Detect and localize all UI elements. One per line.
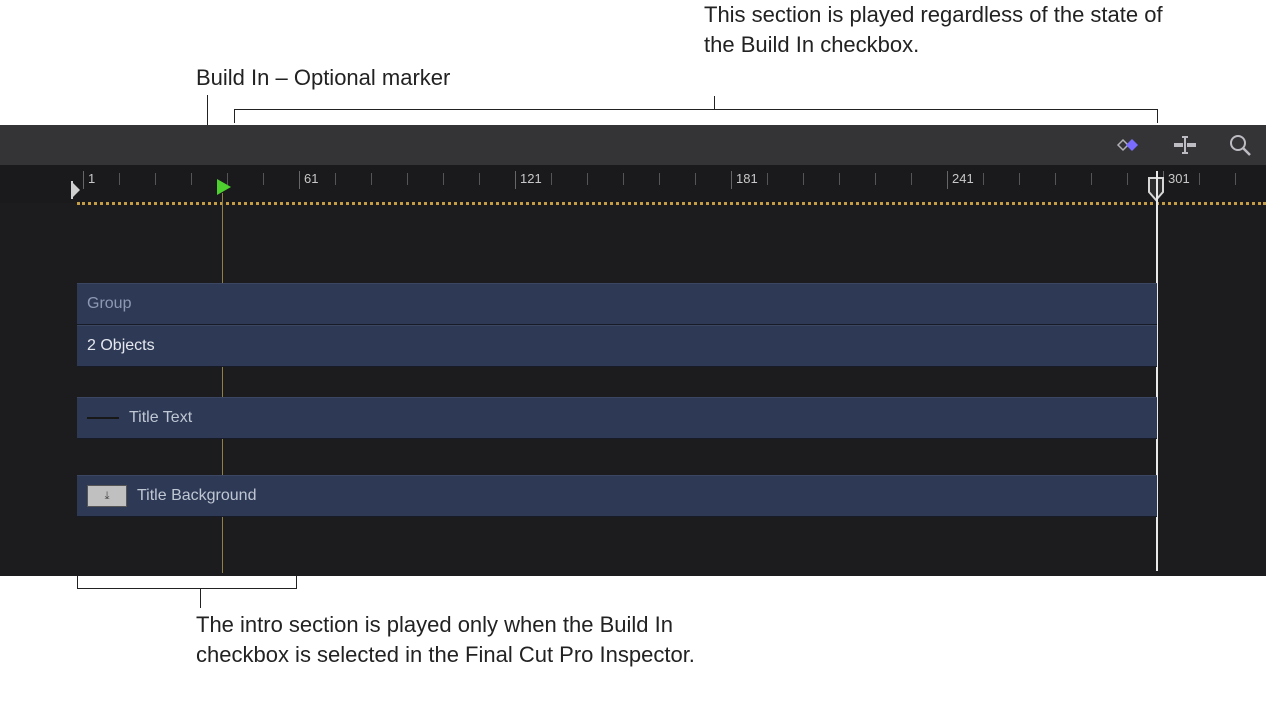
- ruler-minor: [1091, 173, 1092, 185]
- ruler-minor: [911, 173, 912, 185]
- ruler-minor: [479, 173, 480, 185]
- ruler-minor: [119, 173, 120, 185]
- bracket-top-left-tick: [234, 109, 235, 123]
- track-group-header[interactable]: Group: [77, 283, 1157, 325]
- zoom-icon[interactable]: [1228, 133, 1252, 157]
- ruler-minor: [587, 173, 588, 185]
- bracket-bottom-stem: [200, 588, 201, 608]
- track-label: Title Text: [129, 409, 192, 427]
- work-area-indicator: [77, 202, 1266, 205]
- track-title-background[interactable]: Title Background: [77, 475, 1157, 517]
- ruler-minor: [335, 173, 336, 185]
- ruler-minor: [875, 173, 876, 185]
- objects-label: 2 Objects: [87, 337, 155, 355]
- ruler-minor: [407, 173, 408, 185]
- ruler-major: 1: [83, 171, 95, 189]
- track-title-text[interactable]: Title Text: [77, 397, 1157, 439]
- keyframe-icon[interactable]: [1110, 136, 1142, 154]
- bracket-bottom: [77, 588, 297, 589]
- bracket-bottom-right-tick: [296, 576, 297, 588]
- ruler-minor: [803, 173, 804, 185]
- bracket-top: [234, 109, 1158, 110]
- ruler-minor: [983, 173, 984, 185]
- ruler-minor: [443, 173, 444, 185]
- clip-thumbnail-rect: [87, 485, 127, 507]
- ruler-major: 301: [1163, 171, 1190, 189]
- build-in-optional-marker[interactable]: [215, 177, 233, 197]
- bracket-top-stem: [714, 96, 715, 109]
- snapping-icon[interactable]: [1170, 134, 1200, 156]
- timeline-toolbar: [0, 125, 1266, 165]
- ruler-minor: [1127, 173, 1128, 185]
- ruler-minor: [767, 173, 768, 185]
- ruler-minor: [695, 173, 696, 185]
- group-label: Group: [87, 295, 131, 313]
- ruler-minor: [659, 173, 660, 185]
- ruler-minor: [551, 173, 552, 185]
- in-point-marker[interactable]: [70, 180, 84, 205]
- track-label: Title Background: [137, 487, 256, 505]
- ruler-major: 121: [515, 171, 542, 189]
- ruler-minor: [371, 173, 372, 185]
- ruler-minor: [263, 173, 264, 185]
- ruler-minor: [1199, 173, 1200, 185]
- clip-thumbnail-line: [87, 417, 119, 419]
- callout-build-in-marker: Build In – Optional marker: [196, 63, 450, 93]
- ruler-ticks: 1 61 121 181 241 301: [77, 165, 1266, 203]
- ruler-minor: [623, 173, 624, 185]
- bracket-bottom-left-tick: [77, 576, 78, 588]
- ruler-minor: [155, 173, 156, 185]
- track-objects-summary[interactable]: 2 Objects: [77, 325, 1157, 367]
- ruler-major: 181: [731, 171, 758, 189]
- ruler-minor: [1055, 173, 1056, 185]
- callout-played-regardless: This section is played regardless of the…: [704, 0, 1184, 59]
- callout-intro-section: The intro section is played only when th…: [196, 610, 696, 669]
- ruler-minor: [191, 173, 192, 185]
- timeline-panel: 1 61 121 181 241 301 Group 2 Objects Tit…: [0, 125, 1266, 576]
- ruler-minor: [839, 173, 840, 185]
- ruler-minor: [1235, 173, 1236, 185]
- bracket-top-right-tick: [1157, 109, 1158, 123]
- ruler-minor: [1019, 173, 1020, 185]
- ruler-major: 241: [947, 171, 974, 189]
- ruler[interactable]: 1 61 121 181 241 301: [0, 165, 1266, 203]
- ruler-major: 61: [299, 171, 318, 189]
